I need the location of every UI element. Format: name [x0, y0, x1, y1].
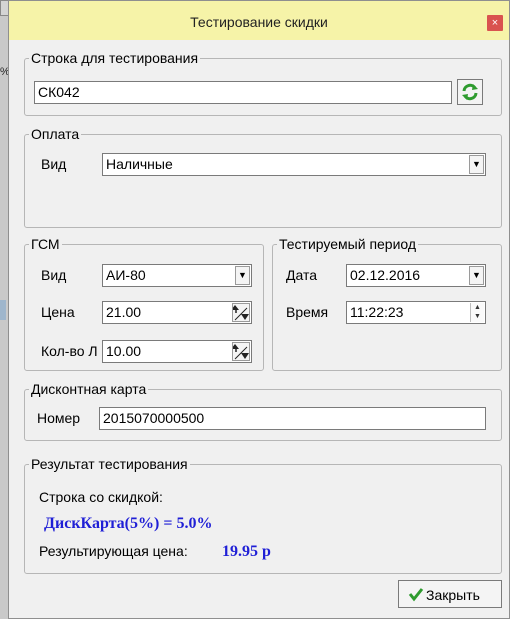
date-label: Дата — [286, 267, 318, 283]
time-value: 11:22:23 — [350, 304, 404, 320]
payment-type-value: Наличные — [106, 156, 173, 172]
fuel-legend: ГСМ — [31, 236, 60, 252]
time-label: Время — [286, 304, 329, 320]
quantity-input[interactable]: 10.00 — [102, 340, 252, 363]
date-value: 02.12.2016 — [350, 267, 421, 283]
price-stepper-icon[interactable] — [232, 303, 250, 322]
payment-type-label: Вид — [41, 156, 67, 172]
result-price-label: Результирующая цена: — [39, 543, 188, 559]
period-legend: Тестируемый период — [279, 236, 417, 252]
discount-line-label: Строка со скидкой: — [39, 489, 163, 505]
price-label: Цена — [41, 304, 75, 320]
chevron-down-icon[interactable]: ▼ — [235, 266, 250, 285]
close-button[interactable]: Закрыть — [398, 580, 502, 608]
discount-line-value: ДискКарта(5%) = 5.0% — [44, 515, 213, 532]
card-number-input[interactable]: 2015070000500 — [99, 407, 486, 430]
discount-card-legend: Дисконтная карта — [31, 381, 147, 397]
payment-type-select[interactable]: Наличные ▼ — [102, 153, 486, 176]
test-string-legend: Строка для тестирования — [31, 50, 199, 66]
fuel-type-value: АИ-80 — [106, 267, 146, 283]
time-spinner[interactable]: 11:22:23 ▲ ▼ — [346, 301, 486, 324]
discount-test-dialog: Тестирование скидки × Строка для тестиро… — [8, 0, 510, 619]
window-close-button[interactable]: × — [487, 15, 503, 31]
check-icon — [408, 588, 424, 602]
quantity-value: 10.00 — [106, 343, 142, 359]
card-number-label: Номер — [37, 410, 81, 426]
date-picker[interactable]: 02.12.2016 ▼ — [346, 264, 486, 287]
chevron-down-icon[interactable]: ▼ — [469, 155, 484, 174]
title-bar[interactable]: Тестирование скидки × — [9, 1, 509, 40]
quantity-label: Кол-во Л — [41, 343, 98, 359]
price-value: 21.00 — [106, 304, 142, 320]
background-scroll-marker — [0, 300, 6, 320]
fuel-type-label: Вид — [41, 267, 67, 283]
price-input[interactable]: 21.00 — [102, 301, 252, 324]
test-result-legend: Результат тестирования — [31, 456, 188, 472]
quantity-stepper-icon[interactable] — [232, 342, 250, 361]
spin-arrows-icon[interactable]: ▲ ▼ — [470, 303, 484, 322]
test-string-input[interactable]: СК042 — [34, 81, 452, 104]
window-title: Тестирование скидки — [190, 14, 328, 30]
refresh-icon — [462, 83, 478, 101]
fuel-type-select[interactable]: АИ-80 ▼ — [102, 264, 252, 287]
payment-group: Оплата — [24, 126, 502, 228]
close-button-label: Закрыть — [426, 587, 480, 603]
result-price-value: 19.95 р — [222, 543, 271, 560]
refresh-button[interactable] — [457, 79, 483, 105]
chevron-down-icon[interactable]: ▼ — [469, 266, 484, 285]
payment-legend: Оплата — [31, 126, 80, 142]
